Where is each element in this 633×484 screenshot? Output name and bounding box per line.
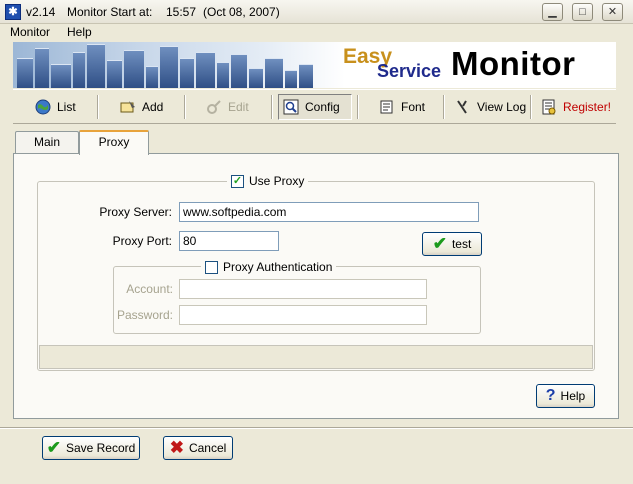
maximize-icon: □ (579, 6, 586, 18)
view-log-button[interactable]: View Log (451, 94, 530, 120)
config-label: Config (305, 100, 340, 114)
register-icon (541, 99, 557, 115)
toolbar-separator (271, 95, 273, 119)
proxy-port-input[interactable] (179, 231, 279, 251)
monitor-start-label: Monitor Start at: (67, 5, 153, 19)
font-label: Font (401, 100, 426, 114)
add-icon (120, 99, 136, 115)
monitor-start-date: (Oct 08, 2007) (203, 5, 280, 19)
question-icon: ? (545, 387, 556, 404)
list-button[interactable]: List (31, 94, 80, 120)
tab-main[interactable]: Main (15, 131, 79, 153)
toolbar: List Add Edit Config Font View Log Regis… (13, 89, 616, 124)
proxy-status-strip (39, 345, 593, 369)
app-icon[interactable]: ✱ (5, 4, 21, 20)
minimize-button[interactable]: ▁ (542, 3, 563, 21)
banner: Easy Service Monitor (13, 42, 616, 88)
cancel-button[interactable]: ✖ Cancel (163, 436, 233, 460)
font-icon (379, 99, 395, 115)
use-proxy-checkbox[interactable]: ✓ (231, 174, 244, 188)
proxy-auth-checkbox[interactable]: ✓ (205, 260, 218, 274)
edit-button[interactable]: Edit (202, 94, 253, 120)
banner-service-text: Service (377, 61, 442, 81)
help-button[interactable]: ? Help (536, 384, 595, 408)
check-icon: ✔ (46, 438, 61, 457)
toolbar-separator (97, 95, 99, 119)
use-proxy-toggle[interactable]: ✓ Use Proxy (227, 174, 309, 188)
test-button[interactable]: ✔ test (422, 232, 482, 256)
view-log-icon (455, 99, 471, 115)
app-version: v2.14 (26, 5, 56, 19)
menu-help[interactable]: Help (66, 25, 93, 39)
account-label: Account: (126, 282, 173, 296)
register-button[interactable]: Register! (537, 94, 615, 120)
add-label: Add (142, 100, 164, 114)
banner-monitor-text: Monitor (451, 45, 576, 82)
banner-city-graphic (13, 42, 345, 88)
toolbar-separator (530, 95, 532, 119)
menu-bar: Monitor Help (0, 24, 633, 42)
test-label: test (451, 237, 472, 251)
save-record-button[interactable]: ✔ Save Record (42, 436, 140, 460)
close-button[interactable]: ✕ (602, 3, 623, 21)
password-label: Password: (116, 308, 173, 322)
tab-proxy[interactable]: Proxy (79, 130, 149, 155)
toolbar-separator (357, 95, 359, 119)
save-record-label: Save Record (65, 441, 136, 455)
password-input[interactable] (179, 305, 427, 325)
close-icon: ✕ (607, 6, 618, 18)
proxy-auth-toggle[interactable]: ✓ Proxy Authentication (201, 260, 337, 274)
edit-label: Edit (228, 100, 249, 114)
cancel-label: Cancel (188, 441, 227, 455)
toolbar-separator (443, 95, 445, 119)
proxy-server-label: Proxy Server: (99, 205, 172, 219)
proxy-port-label: Proxy Port: (112, 234, 172, 248)
menu-monitor[interactable]: Monitor (9, 25, 51, 39)
register-label: Register! (563, 100, 612, 114)
maximize-button[interactable]: □ (572, 3, 593, 21)
add-button[interactable]: Add (116, 94, 167, 120)
globe-icon (35, 99, 51, 115)
monitor-start-time: 15:57 (166, 5, 197, 19)
font-button[interactable]: Font (375, 94, 429, 120)
check-icon: ✔ (432, 234, 447, 253)
config-icon (283, 99, 299, 115)
proxy-auth-label: Proxy Authentication (223, 260, 333, 274)
use-proxy-label: Use Proxy (249, 174, 305, 188)
toolbar-separator (184, 95, 186, 119)
config-button[interactable]: Config (278, 94, 352, 120)
footer-divider (0, 427, 633, 429)
help-label: Help (560, 389, 586, 403)
list-label: List (57, 100, 76, 114)
minimize-icon: ▁ (548, 6, 557, 18)
proxy-server-input[interactable] (179, 202, 479, 222)
view-log-label: View Log (477, 100, 527, 114)
account-input[interactable] (179, 279, 427, 299)
edit-icon (206, 99, 222, 115)
cross-icon: ✖ (169, 438, 184, 457)
title-bar[interactable]: ✱ v2.14 Monitor Start at: 15:57 (Oct 08,… (0, 0, 633, 24)
